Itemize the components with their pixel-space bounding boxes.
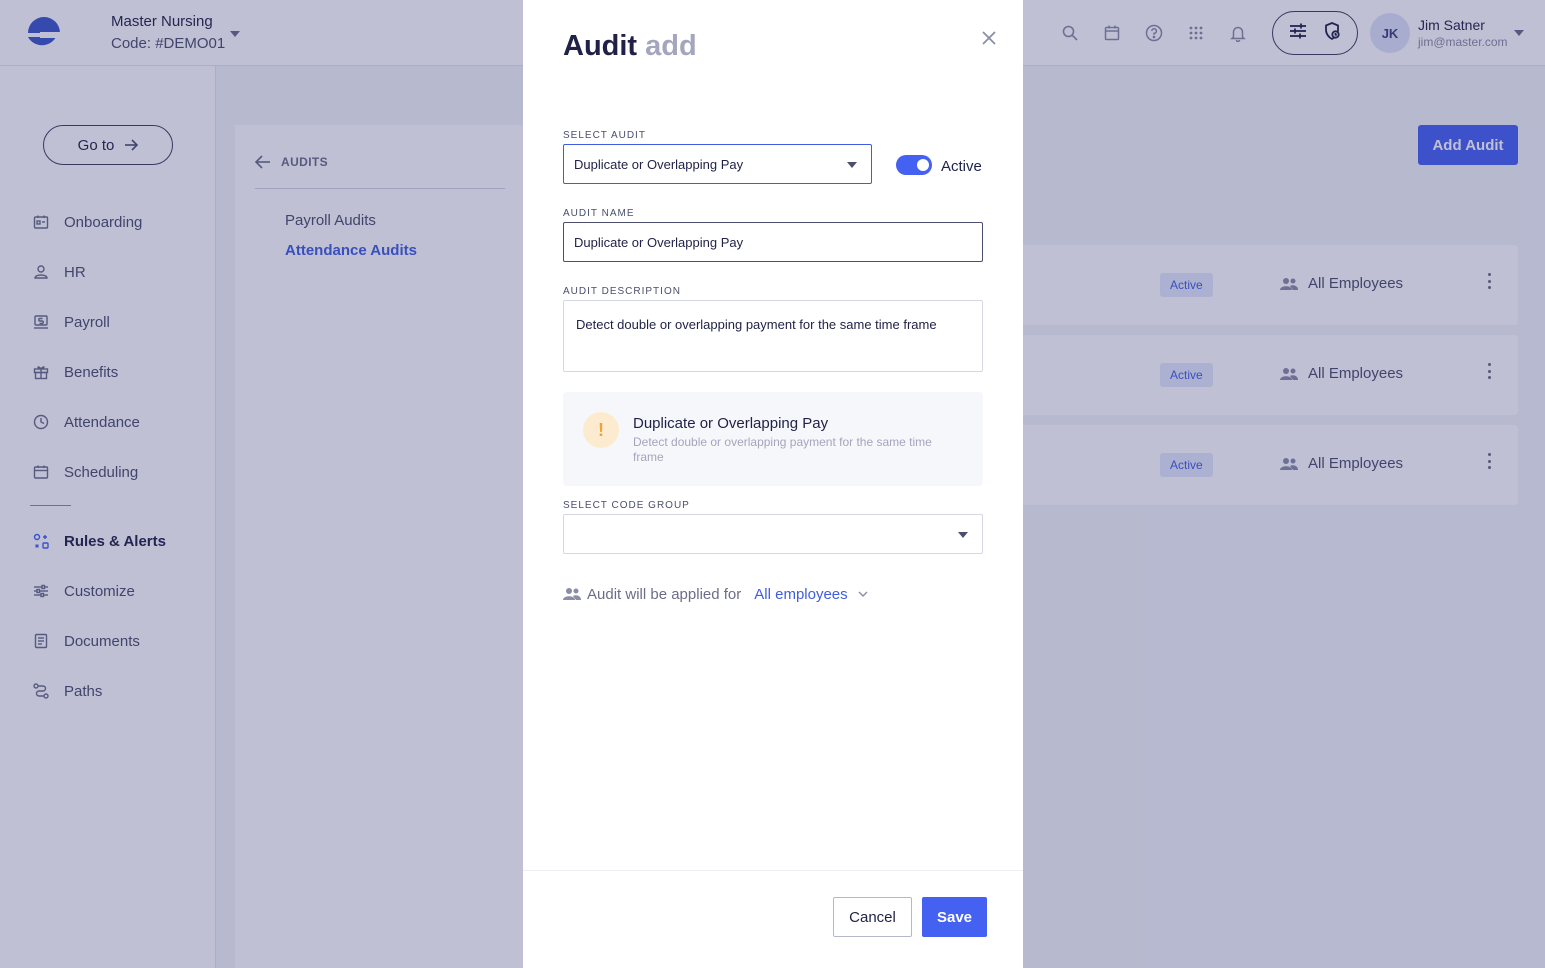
audit-info-card: ! Duplicate or Overlapping Pay Detect do… [563, 392, 983, 486]
applied-for-text: Audit will be applied for [587, 585, 742, 603]
info-card-title: Duplicate or Overlapping Pay [633, 415, 829, 432]
applied-employees-label: All employees [754, 585, 848, 603]
people-icon [563, 585, 581, 603]
active-toggle-label: Active [941, 158, 982, 175]
select-audit-value: Duplicate or Overlapping Pay [574, 156, 744, 172]
warning-icon: ! [583, 412, 619, 448]
modal-title-main: Audit [563, 30, 638, 62]
cancel-button[interactable]: Cancel [833, 897, 912, 937]
select-audit-label: SELECT AUDIT [563, 130, 646, 141]
modal-footer: Cancel Save [523, 870, 1023, 968]
audit-description-textarea[interactable]: Detect double or overlapping payment for… [563, 300, 983, 372]
audit-add-modal: Audit add SELECT AUDIT Duplicate or Over… [523, 0, 1023, 968]
select-audit-dropdown[interactable]: Duplicate or Overlapping Pay [563, 144, 872, 184]
code-group-label: SELECT CODE GROUP [563, 500, 690, 511]
applied-for-row: Audit will be applied for All employees [563, 585, 868, 603]
audit-name-input[interactable]: Duplicate or Overlapping Pay [563, 222, 983, 262]
close-icon [982, 31, 996, 45]
close-button[interactable] [978, 27, 1000, 49]
code-group-dropdown[interactable] [563, 514, 983, 554]
active-toggle[interactable] [896, 155, 932, 175]
save-button[interactable]: Save [922, 897, 987, 937]
caret-down-icon [958, 532, 968, 538]
chevron-down-icon [858, 591, 868, 597]
audit-name-label: AUDIT NAME [563, 208, 635, 219]
applied-employees-dropdown[interactable]: All employees [754, 585, 868, 603]
caret-down-icon [847, 162, 857, 168]
info-card-description: Detect double or overlapping payment for… [633, 435, 932, 464]
modal-title: Audit add [563, 30, 697, 63]
audit-description-label: AUDIT DESCRIPTION [563, 286, 681, 297]
modal-title-suffix: add [645, 30, 697, 62]
